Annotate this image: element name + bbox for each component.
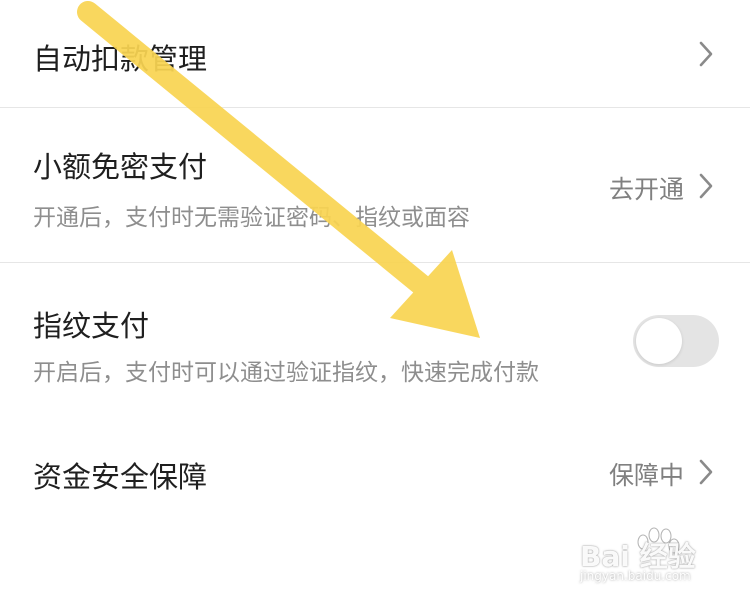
chevron-right-icon <box>699 41 713 67</box>
fingerprint-pay-title: 指纹支付 <box>33 309 150 343</box>
settings-row-auto-debit[interactable]: 自动扣款管理 <box>0 0 750 107</box>
activate-link[interactable]: 去开通 <box>609 170 684 206</box>
toggle-knob <box>636 318 682 364</box>
fingerprint-pay-subtitle: 开启后，支付时可以通过验证指纹，快速完成付款 <box>33 360 539 386</box>
small-amount-password-free-subtitle: 开通后，支付时无需验证密码、指纹或面容 <box>33 205 470 231</box>
settings-row-fund-security[interactable]: 资金安全保障 保障中 <box>0 420 750 525</box>
chevron-right-icon <box>699 173 713 199</box>
fingerprint-pay-toggle[interactable] <box>633 315 719 367</box>
watermark-url: jingyan.baidu.com <box>580 569 691 583</box>
chevron-right-icon <box>699 459 713 485</box>
settings-row-small-amount-password-free[interactable]: 小额免密支付 开通后，支付时无需验证密码、指纹或面容 去开通 <box>0 108 750 262</box>
fund-security-title: 资金安全保障 <box>33 460 208 494</box>
fund-security-status: 保障中 <box>608 461 684 490</box>
auto-debit-title: 自动扣款管理 <box>33 42 208 76</box>
small-amount-password-free-title: 小额免密支付 <box>33 150 208 184</box>
